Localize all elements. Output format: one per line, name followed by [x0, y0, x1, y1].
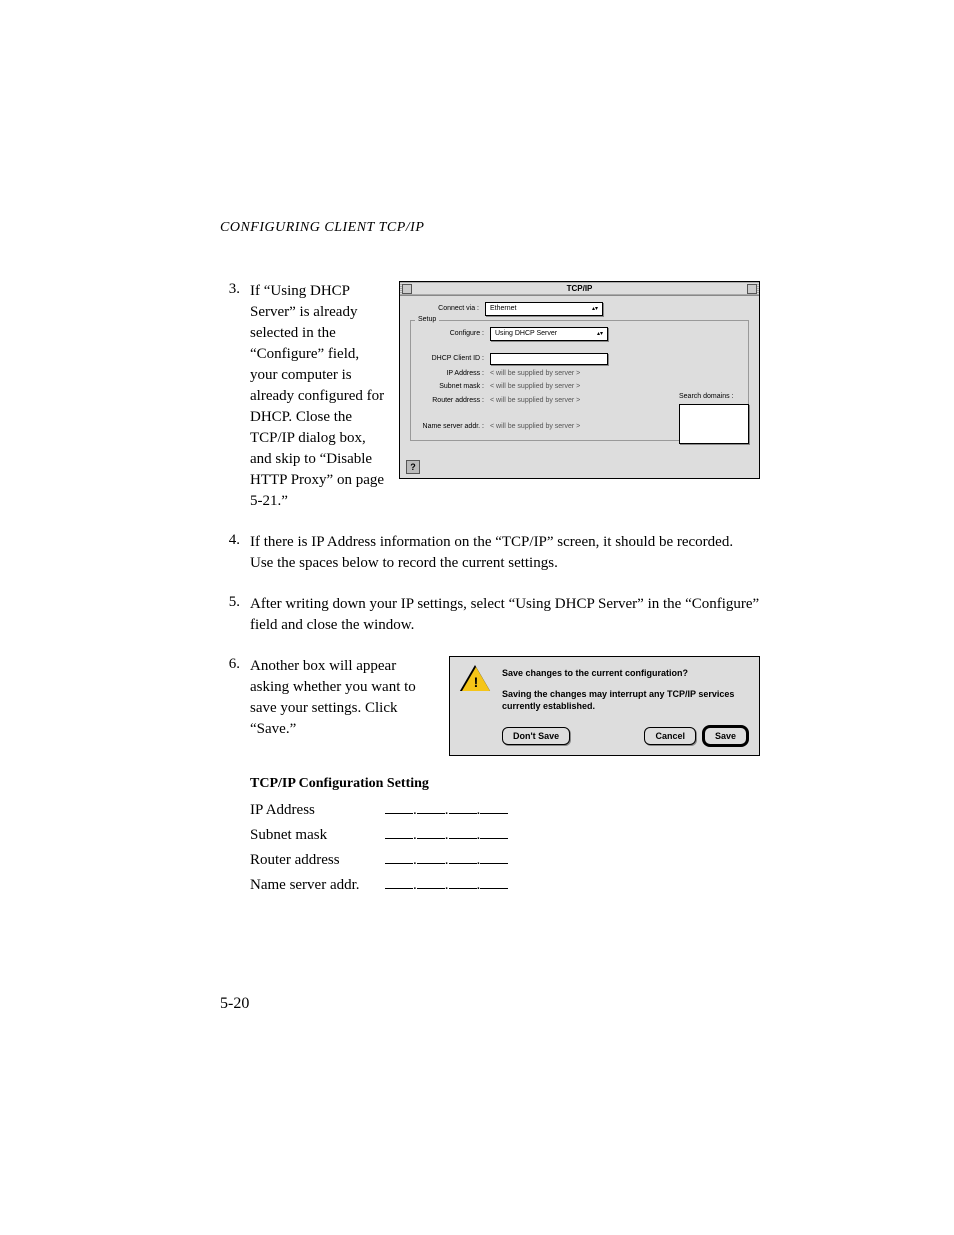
updown-arrows-icon: ▴▾ — [597, 331, 603, 337]
dhcp-client-label: DHCP Client ID : — [415, 354, 490, 364]
configure-select: Using DHCP Server ▴▾ — [490, 327, 608, 341]
config-subnet-label: Subnet mask — [250, 825, 385, 846]
instruction-list: 3. If “Using DHCP Server” is already sel… — [220, 281, 760, 900]
search-domains-box — [679, 404, 749, 444]
search-domains-area: Search domains : — [679, 392, 749, 444]
step-3-text: If “Using DHCP Server” is already select… — [250, 281, 385, 512]
step-4: 4. If there is IP Address information on… — [220, 532, 760, 574]
step-number: 6. — [220, 656, 250, 900]
config-ns-blanks: ... — [385, 875, 508, 896]
step-3: 3. If “Using DHCP Server” is already sel… — [220, 281, 760, 512]
step-6: 6. Another box will appear asking whethe… — [220, 656, 760, 900]
subnet-label: Subnet mask : — [415, 382, 490, 392]
ns-label: Name server addr. : — [415, 422, 490, 432]
tcpip-titlebar: TCP/IP — [400, 282, 759, 296]
step-number: 3. — [220, 281, 250, 512]
zoom-box-icon — [747, 284, 757, 294]
save-subtext: Saving the changes may interrupt any TCP… — [502, 688, 747, 713]
close-box-icon — [402, 284, 412, 294]
tcpip-title: TCP/IP — [412, 283, 747, 294]
step-5: 5. After writing down your IP settings, … — [220, 594, 760, 636]
connect-via-select: Ethernet ▴▾ — [485, 302, 603, 316]
config-heading: TCP/IP Configuration Setting — [250, 774, 760, 794]
search-domains-label: Search domains : — [679, 392, 749, 402]
updown-arrows-icon: ▴▾ — [592, 306, 598, 312]
ip-address-label: IP Address : — [415, 369, 490, 379]
tcpip-dialog-screenshot: TCP/IP Connect via : Ethernet ▴▾ — [399, 281, 760, 479]
dhcp-client-input — [490, 353, 608, 365]
connect-via-label: Connect via : — [410, 304, 485, 314]
subnet-value: < will be supplied by server > — [490, 382, 580, 392]
config-router-label: Router address — [250, 850, 385, 871]
step-4-text: If there is IP Address information on th… — [250, 532, 760, 574]
configure-label: Configure : — [415, 329, 490, 339]
config-ip-label: IP Address — [250, 800, 385, 821]
dont-save-button: Don't Save — [502, 727, 570, 746]
warning-icon: ! — [462, 667, 490, 693]
config-subnet-blanks: ... — [385, 825, 508, 846]
save-dialog-screenshot: ! Save changes to the current configurat… — [449, 656, 760, 756]
ns-value: < will be supplied by server > — [490, 422, 580, 432]
config-table: IP Address ... Subnet mask ... Router ad… — [250, 800, 760, 896]
running-header: CONFIGURING CLIENT TCP/IP — [220, 220, 760, 236]
setup-legend: Setup — [415, 315, 439, 325]
cancel-button: Cancel — [644, 727, 696, 746]
save-question: Save changes to the current configuratio… — [502, 667, 747, 680]
step-number: 5. — [220, 594, 250, 636]
step-5-text: After writing down your IP settings, sel… — [250, 594, 760, 636]
config-ip-blanks: ... — [385, 800, 508, 821]
step-number: 4. — [220, 532, 250, 574]
step-6-text: Another box will appear asking whether y… — [250, 656, 435, 740]
page-number: 5-20 — [220, 995, 249, 1013]
config-ns-label: Name server addr. — [250, 875, 385, 896]
router-label: Router address : — [415, 396, 490, 406]
router-value: < will be supplied by server > — [490, 396, 580, 406]
ip-address-value: < will be supplied by server > — [490, 369, 580, 379]
page-content: CONFIGURING CLIENT TCP/IP 3. If “Using D… — [220, 220, 760, 920]
save-button: Save — [704, 727, 747, 746]
config-router-blanks: ... — [385, 850, 508, 871]
help-icon: ? — [406, 460, 420, 474]
